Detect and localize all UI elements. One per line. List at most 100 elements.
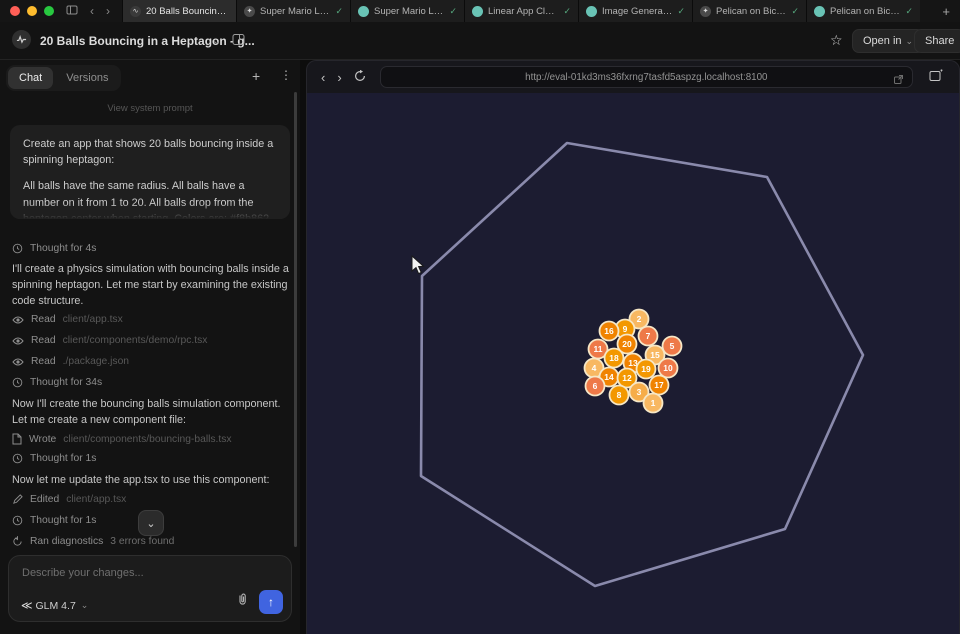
glm-logo-icon: ≪: [21, 599, 31, 612]
tab-check-icon: ✓: [335, 6, 343, 17]
ball-number: 12: [622, 373, 632, 383]
tab-label: Image Generatio...: [602, 6, 672, 17]
ball-number: 17: [654, 380, 664, 390]
tab-label: Pelican on Bicyc...: [830, 6, 900, 17]
browser-tab[interactable]: Linear App Clon...✓: [464, 0, 578, 22]
read-label: Read: [31, 314, 56, 325]
ball-number: 1: [651, 398, 656, 408]
browser-tab[interactable]: Pelican on Bicyc...✓: [806, 0, 920, 22]
tab-check-icon: ✓: [677, 6, 685, 17]
thought-row[interactable]: Thought for 4s: [12, 243, 96, 254]
tab-label: Linear App Clon...: [488, 6, 558, 17]
diagnostics-label: Ran diagnostics: [30, 536, 103, 547]
ball-number: 16: [604, 326, 614, 336]
history-forward-icon[interactable]: ›: [106, 4, 110, 18]
traffic-lights[interactable]: [10, 6, 54, 16]
globe-icon: [814, 6, 825, 17]
browser-refresh-icon[interactable]: [348, 70, 372, 85]
thought-row[interactable]: Thought for 1s: [12, 453, 96, 464]
diagnostics-row[interactable]: Ran diagnostics 3 errors found: [12, 536, 174, 547]
browser-toolbar: ‹ › http://eval-01kd3ms36fxrng7tasfd5asp…: [307, 61, 959, 93]
assistant-paragraph: Now let me update the app.tsx to use thi…: [12, 472, 290, 488]
url-bar[interactable]: http://eval-01kd3ms36fxrng7tasfd5aspzg.l…: [380, 66, 913, 88]
read-file-row[interactable]: Read client/app.tsx: [12, 314, 123, 325]
share-button[interactable]: Share: [914, 29, 960, 53]
sparkle-icon: ✦: [244, 6, 255, 17]
title-chevron-down-icon[interactable]: ⌄: [212, 34, 221, 47]
panel-tabs: Chat Versions: [6, 65, 121, 91]
chat-menu-kebab-icon[interactable]: ⋮: [280, 68, 292, 82]
message-composer[interactable]: Describe your changes... ≪ GLM 4.7 ⌄ ↑: [8, 555, 292, 622]
assistant-paragraph: Now I'll create the bouncing balls simul…: [12, 396, 290, 428]
file-path: client/components/demo/rpc.tsx: [63, 335, 208, 346]
file-path: ./package.json: [63, 356, 129, 367]
tab-versions[interactable]: Versions: [55, 67, 119, 89]
edited-file-row[interactable]: Edited client/app.tsx: [12, 494, 126, 505]
app-window: ‹ › ∿20 Balls Bouncing i... ✦ Super Mario …: [0, 0, 960, 634]
preview-browser: ‹ › http://eval-01kd3ms36fxrng7tasfd5asp…: [306, 60, 960, 634]
ball-number: 3: [637, 387, 642, 397]
browser-back-icon[interactable]: ‹: [315, 70, 331, 85]
balls-group: 2916720511151813410191412617381: [585, 310, 682, 413]
ball-number: 11: [594, 344, 603, 354]
user-message-para1: Create an app that shows 20 balls bounci…: [23, 136, 277, 168]
minimize-window-button[interactable]: [27, 6, 37, 16]
zoom-window-button[interactable]: [44, 6, 54, 16]
thought-row[interactable]: Thought for 1s: [12, 515, 96, 526]
user-message-para2: All balls have the same radius. All ball…: [23, 178, 277, 219]
split-view-icon[interactable]: [232, 33, 245, 51]
attach-paperclip-icon[interactable]: [236, 592, 249, 611]
ball-number: 7: [646, 331, 651, 341]
open-in-chevron-icon: ⌄: [906, 36, 914, 47]
browser-tab[interactable]: Image Generatio... ✓: [578, 0, 692, 22]
browser-forward-icon[interactable]: ›: [331, 70, 347, 85]
thought-row[interactable]: Thought for 34s: [12, 377, 102, 388]
model-selector[interactable]: ≪ GLM 4.7 ⌄: [21, 599, 88, 612]
ball-number: 20: [622, 339, 632, 349]
ball-number: 15: [650, 350, 660, 360]
diagnostics-detail: 3 errors found: [110, 536, 174, 547]
sidebar-toggle-icon[interactable]: [66, 4, 78, 19]
close-window-button[interactable]: [10, 6, 20, 16]
read-file-row[interactable]: Read ./package.json: [12, 356, 129, 367]
simulation-canvas: 2916720511151813410191412617381: [307, 93, 960, 634]
new-chat-button[interactable]: +: [252, 68, 260, 84]
history-back-icon[interactable]: ‹: [90, 4, 94, 18]
globe-icon: [358, 6, 369, 17]
browser-tab[interactable]: ∿20 Balls Bouncing i...: [122, 0, 236, 22]
tab-label: Super Mario Lev...: [374, 6, 444, 17]
tab-chat[interactable]: Chat: [8, 67, 53, 89]
assistant-paragraph: I'll create a physics simulation with bo…: [12, 261, 290, 310]
file-path: client/app.tsx: [63, 314, 123, 325]
app-preview-viewport: 2916720511151813410191412617381: [307, 93, 960, 634]
open-new-window-icon[interactable]: [923, 69, 949, 85]
chat-scrollbar[interactable]: [294, 92, 297, 547]
wrote-file-row[interactable]: Wrote client/components/bouncing-balls.t…: [12, 433, 232, 445]
ball-number: 18: [609, 353, 619, 363]
read-label: Read: [31, 356, 56, 367]
ball-number: 5: [670, 341, 675, 351]
user-message-card: Create an app that shows 20 balls bounci…: [10, 125, 290, 219]
scroll-to-bottom-button[interactable]: ⌄: [138, 510, 164, 536]
sparkle-icon: ✦: [700, 6, 711, 17]
send-button[interactable]: ↑: [259, 590, 283, 614]
browser-tab[interactable]: Super Mario Lev...✓: [350, 0, 464, 22]
project-avatar-icon: [12, 30, 31, 49]
browser-tab[interactable]: ✦ Pelican on Bicyc... ✓: [692, 0, 806, 22]
composer-placeholder: Describe your changes...: [22, 567, 144, 579]
tab-label: Super Mario Lev...: [260, 6, 330, 17]
favorite-star-icon[interactable]: ☆: [830, 32, 843, 49]
read-file-row[interactable]: Read client/components/demo/rpc.tsx: [12, 335, 207, 346]
tab-label: Pelican on Bicyc...: [716, 6, 786, 17]
thought-label: Thought for 4s: [30, 243, 96, 254]
waveform-icon: ∿: [130, 6, 141, 17]
view-system-prompt-link[interactable]: View system prompt: [0, 103, 300, 114]
ball-number: 10: [663, 363, 673, 373]
open-external-icon[interactable]: [893, 72, 904, 90]
thought-label: Thought for 1s: [30, 453, 96, 464]
tab-strip: ∿20 Balls Bouncing i... ✦ Super Mario Lev.…: [122, 0, 932, 22]
new-tab-button[interactable]: +: [932, 4, 960, 19]
read-label: Read: [31, 335, 56, 346]
browser-tab[interactable]: ✦ Super Mario Lev... ✓: [236, 0, 350, 22]
tab-check-icon: ✓: [791, 6, 799, 17]
